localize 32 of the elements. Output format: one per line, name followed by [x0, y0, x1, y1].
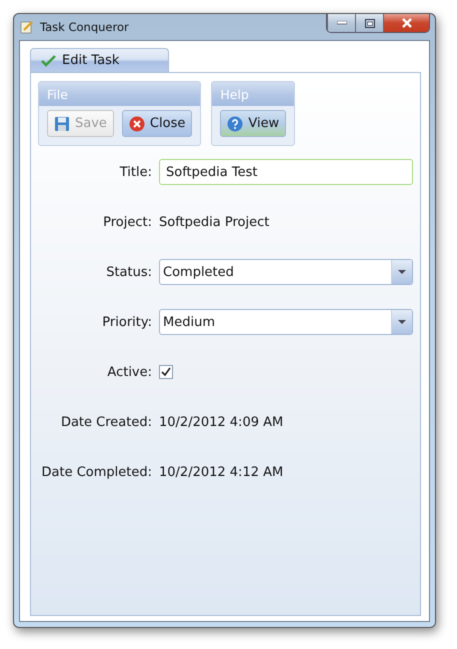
- minimize-icon: [336, 21, 346, 25]
- field-value: 10/2/2012 4:09 AM: [159, 414, 284, 430]
- close-icon: [128, 116, 145, 132]
- tab[interactable]: Edit Task: [30, 48, 169, 72]
- caret-icon: [398, 320, 406, 324]
- window-title: Task Conqueror: [40, 20, 129, 34]
- group-title: Help: [212, 82, 294, 106]
- dropdown[interactable]: Completed: [159, 259, 413, 285]
- title-input-field[interactable]: Softpedia Test: [159, 159, 413, 185]
- help-icon: [227, 116, 244, 132]
- dropdown[interactable]: Medium: [159, 309, 413, 335]
- caret-icon: [398, 270, 406, 274]
- field-label: Active:: [106, 364, 152, 380]
- field-label: Title:: [118, 164, 152, 180]
- notepad-pencil-icon: [20, 20, 34, 34]
- toolbar-button[interactable]: Close: [122, 110, 192, 137]
- toolbar-button[interactable]: View: [220, 110, 286, 137]
- group-title: File: [39, 82, 200, 106]
- close-icon: [400, 18, 412, 28]
- checkbox[interactable]: [159, 365, 173, 379]
- minimize-button[interactable]: [327, 14, 355, 32]
- field-value: 10/2/2012 4:12 AM: [159, 464, 284, 480]
- field-value: Softpedia Project: [159, 214, 270, 230]
- checkmark-icon: [41, 54, 56, 66]
- field-label: Date Completed:: [40, 464, 152, 480]
- close-button[interactable]: [383, 14, 429, 32]
- field-label: Priority:: [101, 314, 152, 330]
- maximize-button[interactable]: [355, 14, 383, 32]
- maximize-icon: [364, 18, 374, 28]
- field-label: Project:: [102, 214, 152, 230]
- field-label: Date Created:: [60, 414, 152, 430]
- field-label: Status:: [105, 264, 152, 280]
